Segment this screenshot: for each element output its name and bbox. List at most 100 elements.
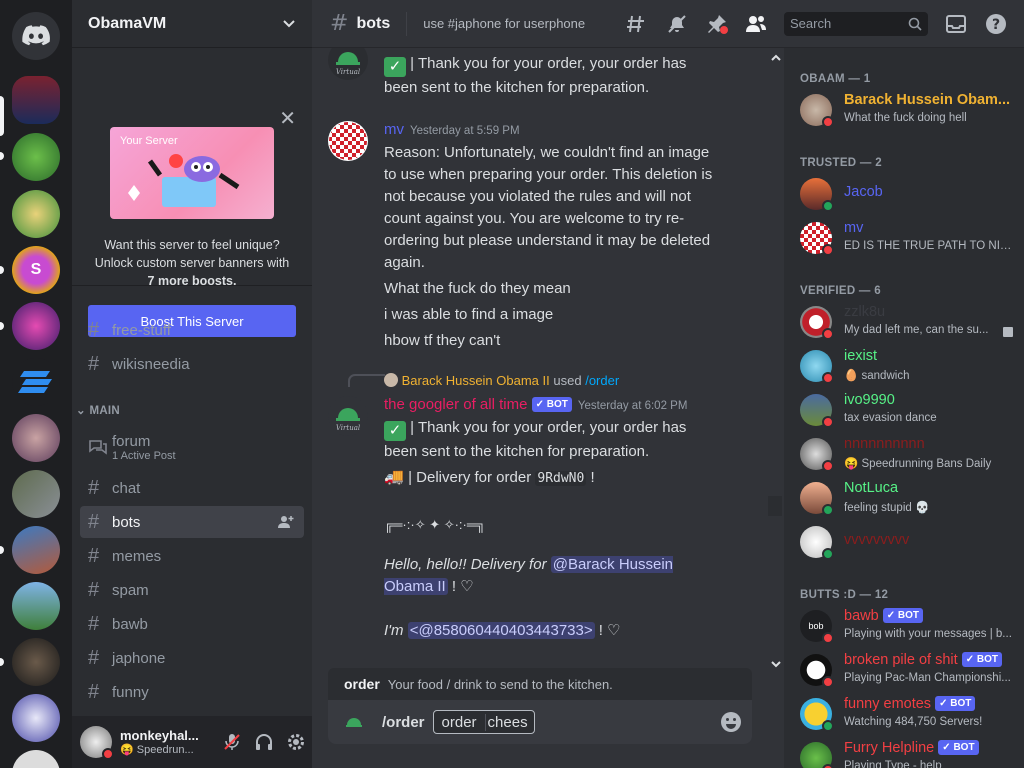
server-pepe[interactable]: [12, 133, 60, 181]
server-s[interactable]: S: [12, 246, 60, 294]
message-composer[interactable]: /order order chees: [328, 700, 752, 744]
gear-icon[interactable]: [286, 732, 306, 752]
member-status: feeling stupid: [844, 502, 912, 514]
channel-japhone[interactable]: # japhone: [80, 642, 304, 674]
server-name: ObamaVM: [88, 14, 167, 32]
dnd-status-icon: [822, 372, 834, 384]
server-anime[interactable]: [12, 302, 60, 350]
member-item[interactable]: Barack Hussein Obam... What the fuck doi…: [792, 88, 1018, 132]
server-obamavm[interactable]: [12, 76, 60, 124]
member-item[interactable]: nnnnnnnnnn 😝 Speedrunning Bans Daily: [792, 432, 1018, 476]
member-item[interactable]: funny emotes ✓ BOT Watching 484,750 Serv…: [792, 692, 1018, 736]
member-status: Playing Type - help: [844, 760, 942, 768]
member-status: Playing with your messages | b...: [844, 628, 1012, 640]
inbox-icon[interactable]: [945, 13, 967, 35]
member-item[interactable]: Furry Helpline ✓ BOT Playing Type - help: [792, 736, 1018, 768]
category-main[interactable]: ⌄ MAIN: [76, 403, 120, 417]
notification-muted-icon[interactable]: [666, 13, 688, 35]
channel-spam[interactable]: # spam: [80, 574, 304, 606]
avatar[interactable]: [80, 726, 114, 760]
command-suggestion[interactable]: order Your food / drink to send to the k…: [328, 668, 752, 700]
server-umbrella[interactable]: [12, 190, 60, 238]
server-dark[interactable]: [12, 638, 60, 686]
hashtag-icon: #: [88, 680, 100, 703]
channel-topic[interactable]: use #japhone for userphone: [423, 16, 585, 31]
boost-line-3: 7 more boosts.: [147, 274, 237, 288]
channel-bots[interactable]: # bots: [80, 506, 304, 538]
channel-memes[interactable]: # memes: [80, 540, 304, 572]
unread-indicator: [0, 266, 4, 274]
chevron-down-icon: [283, 19, 295, 27]
server-blue-logo[interactable]: [12, 358, 60, 406]
boost-line-1: Want this server to feel unique?: [104, 238, 280, 252]
message-timestamp: Yesterday at 5:59 PM: [410, 125, 520, 137]
threads-icon[interactable]: [626, 13, 648, 35]
command-reply[interactable]: Barack Hussein Obama II used /order: [384, 373, 619, 388]
member-name: zzlk8u: [844, 304, 886, 320]
unread-indicator: [0, 658, 4, 666]
server-portrait[interactable]: [12, 414, 60, 462]
member-item[interactable]: iexist 🥚 sandwich: [792, 344, 1018, 388]
help-icon[interactable]: ?: [985, 13, 1007, 35]
mic-muted-icon[interactable]: [222, 732, 242, 752]
message-text: | Thank you for your order, your order h…: [410, 55, 687, 72]
avatar[interactable]: Virtual: [328, 396, 368, 436]
pinned-messages-icon[interactable]: [706, 13, 728, 35]
member-item[interactable]: mv ED IS THE TRUE PATH TO NIR...: [792, 216, 1018, 260]
home-button[interactable]: [12, 12, 60, 60]
member-item[interactable]: ivo9990 tax evasion dance: [792, 388, 1018, 432]
emoji-icon[interactable]: [720, 711, 742, 733]
scroll-up-icon[interactable]: [771, 54, 781, 62]
channel-funny[interactable]: # funny: [80, 676, 304, 708]
option-name: order: [441, 713, 477, 731]
add-member-icon[interactable]: [278, 515, 294, 529]
channel-forum[interactable]: forum 1 Active Post: [80, 428, 304, 466]
server-red[interactable]: [12, 526, 60, 574]
bot-badge-label: BOT: [546, 399, 568, 410]
server-pattern[interactable]: [12, 694, 60, 742]
channel-bawb[interactable]: # bawb: [80, 608, 304, 640]
headphones-icon[interactable]: [254, 732, 274, 752]
hashtag-icon: #: [88, 318, 100, 341]
message-text: Reason: Unfortunately, we couldn't find …: [384, 144, 713, 271]
message-author[interactable]: the googler of all time: [384, 396, 527, 413]
online-status-icon: [822, 504, 834, 516]
channel-wikisneedia[interactable]: # wikisneedia: [80, 348, 304, 380]
stripes-logo-icon: [18, 371, 52, 393]
message-author[interactable]: mv: [384, 121, 404, 138]
scrollbar-thumb[interactable]: [768, 496, 782, 516]
scrollbar[interactable]: [768, 48, 784, 768]
member-list-icon[interactable]: [745, 13, 767, 35]
channel-label: forum: [112, 432, 151, 450]
member-item[interactable]: NotLuca feeling stupid 💀: [792, 476, 1018, 520]
server-bottom[interactable]: [12, 750, 60, 768]
option-value[interactable]: chees: [484, 713, 534, 731]
search-icon: [908, 17, 922, 31]
member-item[interactable]: vvvvvvvvv: [792, 520, 1018, 564]
close-icon[interactable]: ✕: [279, 108, 296, 128]
member-status: Watching 484,750 Servers!: [844, 716, 983, 728]
server-sky[interactable]: [12, 582, 60, 630]
member-item[interactable]: Jacob: [792, 172, 1018, 216]
member-item[interactable]: zzlk8u My dad left me, can the su...: [792, 300, 1018, 344]
member-list: OBAAM — 1 Barack Hussein Obam... What th…: [784, 48, 1024, 768]
id-mention[interactable]: <@858060440403443733>: [407, 622, 595, 639]
dnd-status-icon: [102, 748, 114, 760]
search-input[interactable]: Search: [784, 12, 928, 36]
server-header[interactable]: ObamaVM: [72, 0, 312, 48]
channel-free-stuff[interactable]: # free-stuff: [80, 314, 304, 346]
scroll-down-icon[interactable]: [771, 660, 781, 668]
bot-badge: ✓ BOT: [935, 696, 976, 711]
member-item[interactable]: broken pile of shit ✓ BOT Playing Pac-Ma…: [792, 648, 1018, 692]
member-item[interactable]: bob bawb ✓ BOT Playing with your message…: [792, 604, 1018, 648]
server-map[interactable]: [12, 470, 60, 518]
channel-chat[interactable]: # chat: [80, 472, 304, 504]
avatar[interactable]: [328, 121, 368, 161]
dnd-status-icon: [822, 116, 834, 128]
message-text: Hello, hello!! Delivery for: [384, 556, 547, 573]
hashtag-icon: #: [88, 646, 100, 669]
avatar[interactable]: Virtual: [328, 48, 368, 80]
hashtag-icon: #: [88, 352, 100, 375]
command-option-field[interactable]: order chees: [432, 710, 535, 734]
reply-used: used: [553, 373, 582, 388]
